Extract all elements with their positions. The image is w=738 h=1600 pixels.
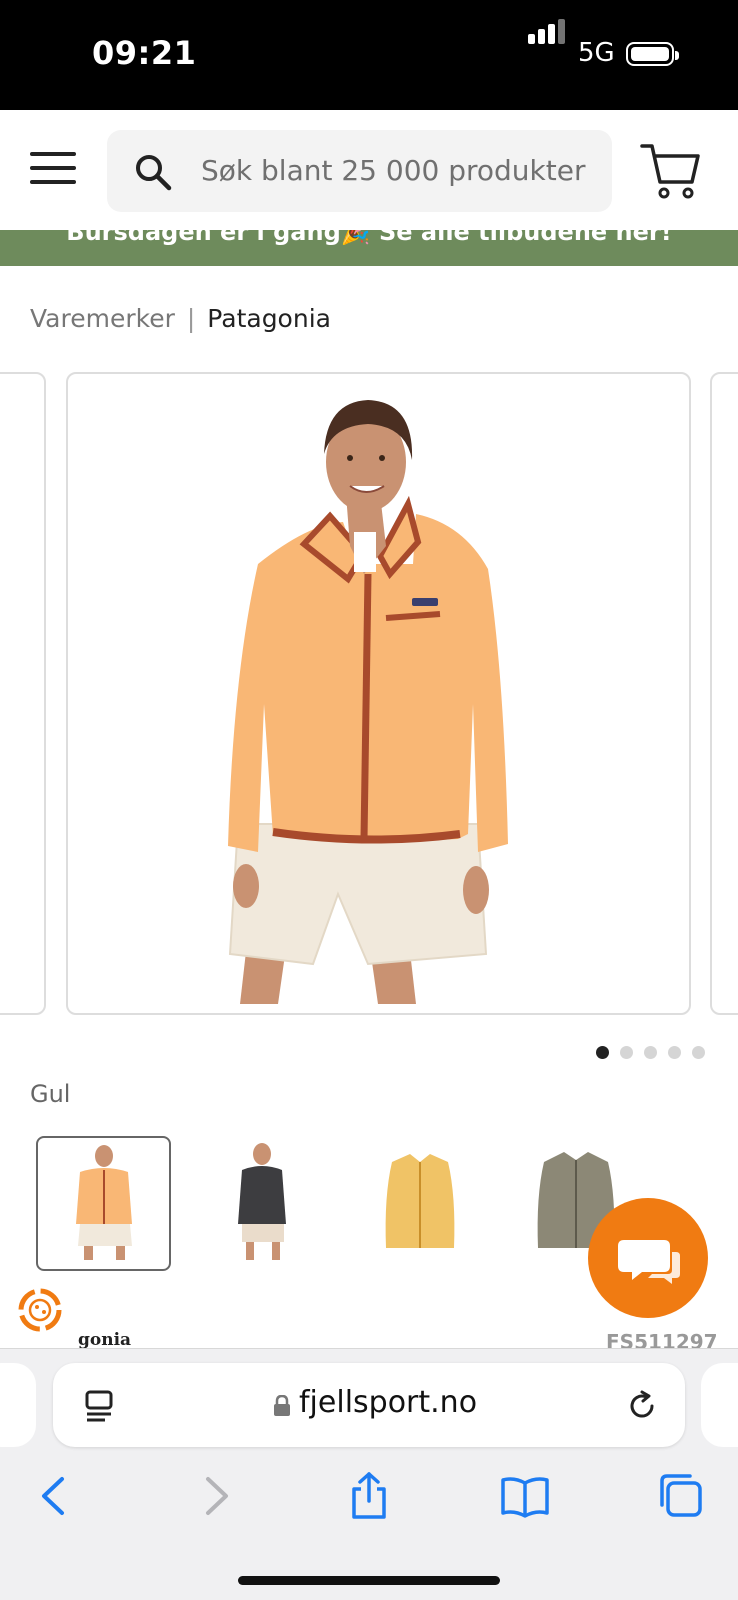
color-swatch-svart[interactable]	[194, 1136, 329, 1271]
network-type: 5G	[578, 38, 615, 68]
color-swatch-gul[interactable]	[36, 1136, 171, 1271]
breadcrumb-current: Patagonia	[207, 304, 331, 333]
status-bar: 09:21 5G	[0, 0, 738, 110]
selected-color-label: Gul	[30, 1080, 71, 1108]
home-indicator[interactable]	[238, 1576, 500, 1585]
search-placeholder: Søk blant 25 000 produkter	[201, 154, 586, 187]
previous-tab-preview[interactable]	[0, 1363, 36, 1447]
back-icon[interactable]	[30, 1471, 80, 1521]
hamburger-menu-icon[interactable]	[30, 150, 76, 186]
promo-banner-text: Bursdagen er i gang🎉 Se alle tilbudene h…	[66, 230, 672, 246]
site-header: Søk blant 25 000 produkter	[0, 110, 738, 230]
reload-icon[interactable]	[625, 1389, 659, 1423]
chat-bubble-icon	[618, 1240, 680, 1284]
gallery-slide-previous[interactable]	[0, 372, 46, 1015]
chat-button[interactable]	[588, 1198, 708, 1318]
address-bar[interactable]: fjellsport.no	[53, 1363, 685, 1447]
pagination-dot[interactable]	[596, 1046, 609, 1059]
forward-icon[interactable]	[190, 1471, 240, 1521]
browser-toolbar: fjellsport.no	[0, 1348, 738, 1600]
search-icon	[136, 155, 172, 191]
pagination-dot[interactable]	[620, 1046, 633, 1059]
next-tab-preview[interactable]	[701, 1363, 738, 1447]
breadcrumb-separator: |	[186, 304, 196, 333]
share-icon[interactable]	[344, 1471, 394, 1521]
promo-banner[interactable]: Bursdagen er i gang🎉 Se alle tilbudene h…	[0, 230, 738, 266]
cookie-settings-icon[interactable]	[14, 1284, 66, 1336]
search-field[interactable]: Søk blant 25 000 produkter	[107, 130, 612, 212]
gallery-slide-next[interactable]	[710, 372, 738, 1015]
gallery-slide-current[interactable]	[66, 372, 691, 1015]
pagination-dot[interactable]	[692, 1046, 705, 1059]
brand-logo-text: gonia	[78, 1330, 132, 1350]
breadcrumb: Varemerker | Patagonia	[30, 304, 331, 333]
battery-icon	[626, 42, 679, 66]
color-swatch-okergul[interactable]	[352, 1136, 487, 1271]
lock-icon	[274, 1395, 290, 1416]
shopping-cart-icon[interactable]	[640, 142, 702, 200]
tabs-icon[interactable]	[656, 1471, 706, 1521]
pagination-dot[interactable]	[668, 1046, 681, 1059]
pagination-dot[interactable]	[644, 1046, 657, 1059]
status-time: 09:21	[92, 34, 197, 72]
product-photo	[228, 400, 508, 1004]
page-menu-icon[interactable]	[83, 1389, 117, 1423]
url-host: fjellsport.no	[299, 1385, 478, 1420]
breadcrumb-parent-link[interactable]: Varemerker	[30, 304, 175, 333]
bookmarks-icon[interactable]	[500, 1471, 550, 1521]
